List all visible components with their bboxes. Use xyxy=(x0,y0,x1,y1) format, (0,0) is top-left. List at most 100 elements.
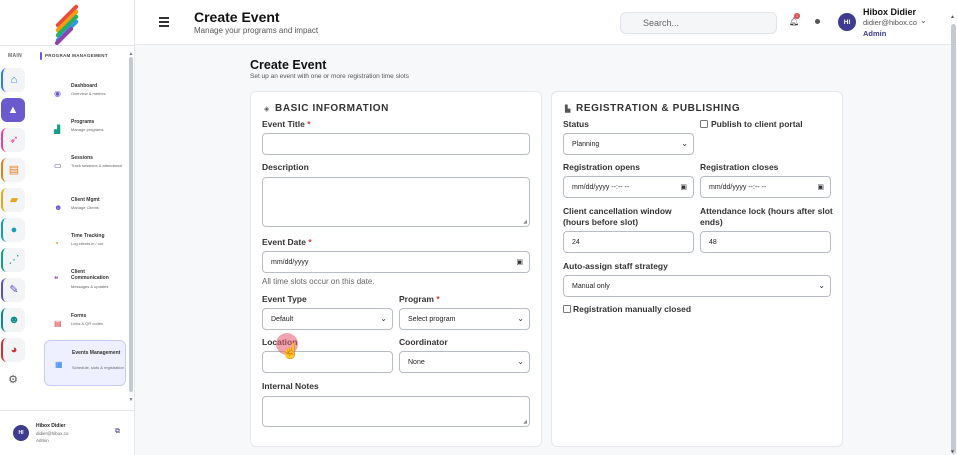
sidebar-item-client-communication[interactable]: ❝ Client Communication Messages & update… xyxy=(44,260,126,302)
event-title-label: Event Title * xyxy=(262,119,311,129)
theme-toggle-icon[interactable] xyxy=(815,19,820,24)
sidebar-item-title: Client Mgmt xyxy=(71,197,100,203)
event-date-label: Event Date * xyxy=(262,237,312,247)
section-marker xyxy=(40,52,42,60)
registration-closes-input[interactable]: mm/dd/yyyy --:-- -- ▣ xyxy=(700,176,831,198)
description-textarea[interactable]: ◢ xyxy=(262,177,530,227)
profile-role: Admin xyxy=(36,438,49,443)
search-input[interactable] xyxy=(620,12,777,34)
event-type-label: Event Type xyxy=(262,294,307,304)
status-select[interactable]: Planning ⌄ xyxy=(563,133,694,155)
sidebar-item-title: Time Tracking xyxy=(71,233,105,239)
info-icon: ◈ xyxy=(264,106,270,113)
sidebar-item-title: Client Communication xyxy=(71,269,109,281)
publish-label: Publish to client portal xyxy=(711,119,803,129)
divider xyxy=(0,45,135,46)
calendar-icon: ▦ xyxy=(55,360,63,369)
clock-icon: ◔ xyxy=(54,239,59,248)
chevron-down-icon[interactable]: ⌄ xyxy=(920,16,927,25)
section-title: BASIC INFORMATION xyxy=(275,103,389,114)
sidebar-item-desc: Manage Clients xyxy=(71,205,99,210)
chevron-down-icon: ⌄ xyxy=(818,281,825,290)
clients-icon: ☻ xyxy=(54,203,63,212)
rocket-icon[interactable]: ➶ xyxy=(1,128,25,152)
user-role: Admin xyxy=(863,29,887,38)
coordinator-select[interactable]: None ⌄ xyxy=(399,351,530,373)
globe-icon[interactable]: ● xyxy=(1,218,25,242)
sidebar-item-title: Forms xyxy=(71,313,87,319)
event-date-hint: All time slots occur on this date. xyxy=(262,277,375,286)
sidebar-item-title: Sessions xyxy=(71,155,93,161)
settings-icon[interactable]: ⚙ xyxy=(1,368,25,392)
sidebar-item-sessions[interactable]: ▭ Sessions Track sessions & attendance xyxy=(44,146,126,188)
dashboard-icon: ◉ xyxy=(54,89,61,98)
cancellation-window-input[interactable]: 24 xyxy=(563,231,694,253)
registration-closes-label: Registration closes xyxy=(700,162,779,172)
report-icon[interactable]: ✎ xyxy=(1,278,25,302)
app-logo[interactable] xyxy=(52,3,82,46)
page-subtitle: Set up an event with one or more registr… xyxy=(250,73,409,80)
chevron-down-icon: ⌄ xyxy=(380,314,387,323)
attendance-lock-label: Attendance lock (hours after slot ends) xyxy=(700,206,833,227)
profile-name: Hibox Didier xyxy=(36,423,66,429)
users-icon[interactable]: ☻ xyxy=(1,308,25,332)
internal-notes-textarea[interactable]: ◢ xyxy=(262,396,530,427)
attendance-lock-input[interactable]: 48 xyxy=(700,231,831,253)
event-type-select[interactable]: Default ⌄ xyxy=(262,308,393,330)
calendar-icon[interactable]: ▣ xyxy=(817,183,824,191)
ticket-icon[interactable]: ▰ xyxy=(1,188,25,212)
publish-checkbox[interactable] xyxy=(700,120,708,128)
resize-handle-icon[interactable]: ◢ xyxy=(523,219,527,225)
menu-icon[interactable] xyxy=(159,17,169,27)
calendar-icon[interactable]: ▣ xyxy=(516,258,523,266)
registration-opens-input[interactable]: mm/dd/yyyy --:-- -- ▣ xyxy=(563,176,694,198)
calendar-icon[interactable]: ▣ xyxy=(680,183,687,191)
auto-assign-select[interactable]: Manual only ⌄ xyxy=(563,275,831,297)
sidebar: MAIN ⌂ ▲ ➶ ▤ ▰ ● ⋰ ✎ ☻ ◕ ⚙ PROGRAM MANAG… xyxy=(0,0,135,455)
section-title: REGISTRATION & PUBLISHING xyxy=(576,103,741,114)
scroll-up-icon[interactable]: ▲ xyxy=(950,14,955,20)
program-select[interactable]: Select program ⌄ xyxy=(399,308,530,330)
manually-closed-checkbox[interactable] xyxy=(563,305,571,313)
sidebar-item-desc: Manage programs xyxy=(71,127,104,132)
manually-closed-label: Registration manually closed xyxy=(573,304,692,314)
external-link-icon[interactable]: ⧉ xyxy=(115,428,120,436)
sessions-icon: ▭ xyxy=(54,161,62,170)
programs-module-icon[interactable]: ▲ xyxy=(1,98,25,122)
description-label: Description xyxy=(262,162,309,172)
event-title-input[interactable] xyxy=(262,133,530,155)
sidebar-item-desc: Track sessions & attendance xyxy=(71,163,123,168)
mouse-pointer-icon: ☝ xyxy=(281,343,300,360)
avatar[interactable]: HI xyxy=(838,13,856,31)
scrollbar-thumb[interactable] xyxy=(129,57,133,392)
cancellation-window-label: Client cancellation window (hours before… xyxy=(563,206,672,227)
basic-information-card: ◈ BASIC INFORMATION Event Title * Descri… xyxy=(250,91,542,447)
page-scrollbar[interactable]: ▲ ▼ xyxy=(950,14,957,455)
scroll-down-icon[interactable]: ▼ xyxy=(128,397,134,403)
sidebar-scrollbar[interactable]: ▲ ▼ xyxy=(128,51,134,403)
chart-pie-icon[interactable]: ◕ xyxy=(1,338,25,362)
notification-badge: 1 xyxy=(794,13,800,19)
divider xyxy=(0,410,135,411)
clipboard-icon[interactable]: ▤ xyxy=(1,158,25,182)
event-date-input[interactable]: mm/dd/yyyy ▣ xyxy=(262,251,530,273)
home-icon[interactable]: ⌂ xyxy=(1,68,25,92)
page-title: Create Event xyxy=(250,58,327,72)
sidebar-item-title: Events Management xyxy=(72,350,121,356)
auto-assign-label: Auto-assign staff strategy xyxy=(563,261,668,271)
network-icon[interactable]: ⋰ xyxy=(1,248,25,272)
resize-handle-icon[interactable]: ◢ xyxy=(523,419,527,425)
scroll-down-icon[interactable]: ▼ xyxy=(950,449,955,455)
chat-icon: ❝ xyxy=(54,275,59,284)
sidebar-item-desc: Log clients in / out xyxy=(71,241,104,246)
program-label: Program * xyxy=(399,294,440,304)
avatar[interactable]: HI xyxy=(13,425,29,441)
sidebar-item-title: Programs xyxy=(71,119,95,125)
scrollbar-thumb[interactable] xyxy=(951,24,956,454)
sidebar-item-desc: Links & QR codes xyxy=(71,321,104,326)
sidebar-item-desc: Schedule, slots & registration xyxy=(72,365,124,370)
user-email: didier@hibox.co xyxy=(863,18,917,27)
registration-publishing-card: ▙ REGISTRATION & PUBLISHING Status Plann… xyxy=(551,91,843,447)
sidebar-item-desc: Overview & metrics xyxy=(71,91,106,96)
sidebar-item-events-management[interactable]: ▦ Events Management Schedule, slots & re… xyxy=(44,340,126,386)
